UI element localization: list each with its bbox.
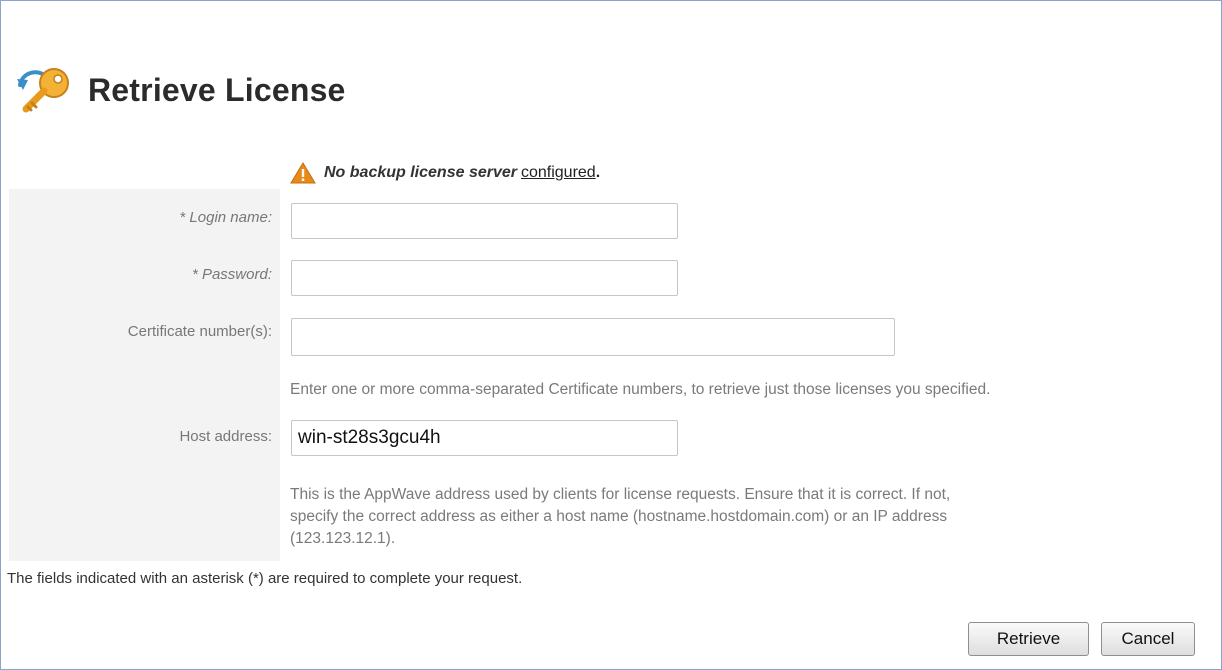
warning-message: No backup license server [324,164,517,181]
page-title: Retrieve License [88,71,346,108]
login-name-input[interactable] [291,203,678,239]
label-column [9,189,280,561]
warning-suffix: . [595,164,601,181]
cancel-button[interactable]: Cancel [1101,622,1195,656]
warning-banner: No backup license server configured . [290,160,600,186]
host-hint-line: This is the AppWave address used by clie… [290,486,951,503]
host-hint: This is the AppWave address used by clie… [290,484,950,550]
host-hint-line: specify the correct address as either a … [290,508,948,525]
certificate-label: Certificate number(s): [127,323,272,340]
configured-link[interactable]: configured [521,164,596,182]
host-hint-line: (123.123.12.1). [290,530,396,547]
required-footnote: The fields indicated with an asterisk (*… [7,570,523,587]
host-address-label: Host address: [179,428,272,445]
key-refresh-icon [17,68,69,113]
host-address-input[interactable] [291,420,678,456]
password-label: * Password: [191,266,272,283]
page-header: Retrieve License [14,62,346,118]
password-input[interactable] [291,260,678,296]
warning-triangle-icon [290,162,316,184]
retrieve-button[interactable]: Retrieve [968,622,1089,656]
certificate-input[interactable] [291,318,895,356]
login-name-label: * Login name: [179,209,272,226]
certificate-hint: Enter one or more comma-separated Certif… [290,381,991,398]
